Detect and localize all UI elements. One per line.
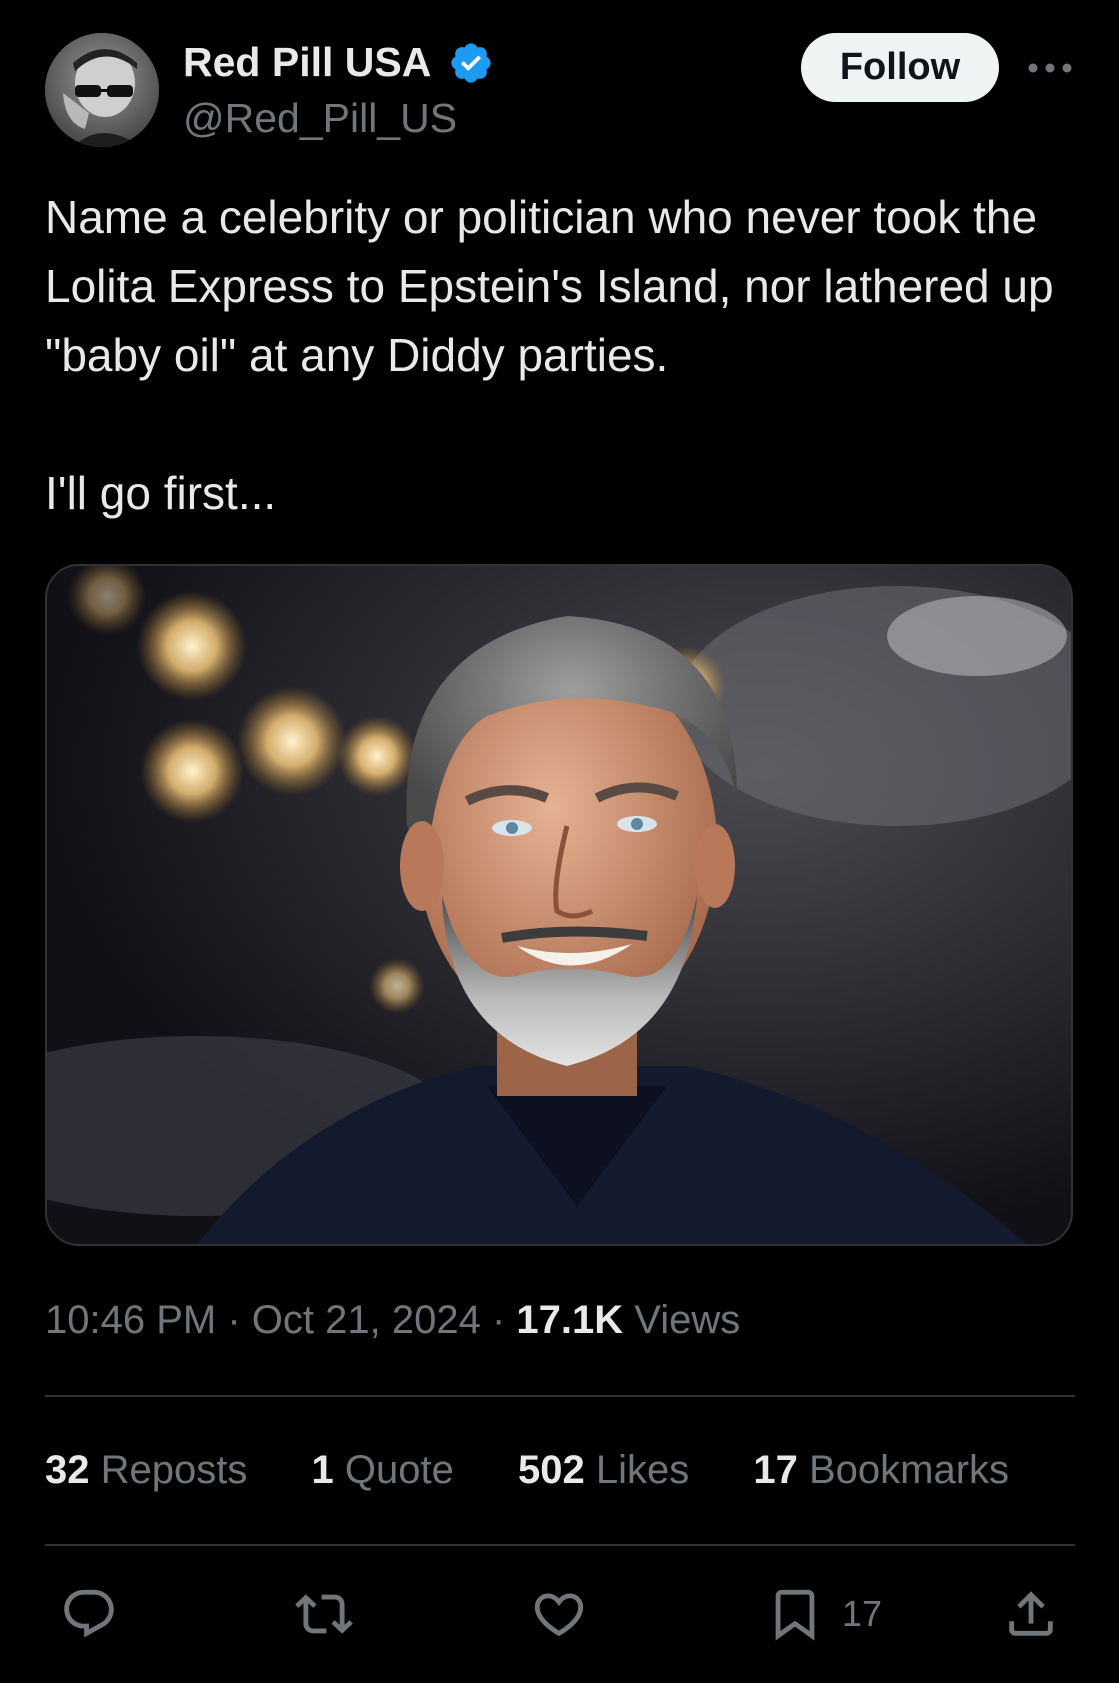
reply-icon bbox=[64, 1589, 114, 1638]
meta-separator: · bbox=[491, 1298, 506, 1342]
display-name[interactable]: Red Pill USA bbox=[183, 36, 431, 88]
follow-button[interactable]: Follow bbox=[801, 33, 999, 102]
tweet-paragraph: Name a celebrity or politician who never… bbox=[45, 191, 1054, 381]
tweet-time[interactable]: 10:46 PM bbox=[45, 1298, 216, 1342]
quotes-stat[interactable]: 1 Quote bbox=[312, 1444, 454, 1496]
divider bbox=[45, 1544, 1075, 1546]
bookmark-count: 17 bbox=[842, 1593, 883, 1634]
meta-separator: · bbox=[227, 1298, 241, 1342]
reply-button[interactable] bbox=[60, 1585, 118, 1643]
avatar[interactable] bbox=[45, 33, 159, 147]
quotes-label: Quote bbox=[344, 1448, 454, 1492]
likes-stat[interactable]: 502 Likes bbox=[518, 1444, 689, 1496]
likes-count: 502 bbox=[517, 1448, 585, 1492]
reposts-stat[interactable]: 32 Reposts bbox=[45, 1444, 247, 1496]
bookmarks-label: Bookmarks bbox=[808, 1448, 1010, 1492]
quotes-count: 1 bbox=[311, 1448, 334, 1492]
tweet-photo[interactable] bbox=[45, 564, 1073, 1246]
tweet-date[interactable]: Oct 21, 2024 bbox=[252, 1298, 481, 1342]
bookmarks-count: 17 bbox=[753, 1448, 798, 1492]
like-button[interactable] bbox=[530, 1585, 588, 1643]
tweet-meta: 10:46 PM · Oct 21, 2024 · 17.1K Views bbox=[45, 1294, 740, 1346]
handle[interactable]: @Red_Pill_US bbox=[183, 92, 457, 144]
share-icon bbox=[1009, 1591, 1053, 1636]
views-label: Views bbox=[634, 1298, 741, 1342]
divider bbox=[45, 1395, 1075, 1397]
more-options-icon[interactable] bbox=[1024, 48, 1076, 88]
tweet-text: Name a celebrity or politician who never… bbox=[45, 183, 1075, 528]
verified-badge-icon bbox=[448, 40, 494, 86]
reposts-count: 32 bbox=[45, 1448, 90, 1492]
photo-of-smiling-bearded-man bbox=[47, 566, 1071, 1244]
heart-icon bbox=[534, 1593, 584, 1637]
repost-button[interactable] bbox=[295, 1585, 353, 1643]
tweet-paragraph: I'll go first... bbox=[45, 467, 277, 519]
likes-label: Likes bbox=[595, 1448, 690, 1492]
repost-icon bbox=[295, 1594, 353, 1634]
engagement-stats: 32 Reposts 1 Quote 502 Likes 17 Bookmark… bbox=[45, 1444, 1062, 1496]
share-button[interactable] bbox=[1002, 1585, 1060, 1643]
bookmark-button[interactable]: 17 bbox=[766, 1585, 882, 1643]
bookmark-icon bbox=[775, 1589, 815, 1641]
views-count: 17.1K bbox=[516, 1298, 624, 1342]
bookmarks-stat[interactable]: 17 Bookmarks bbox=[753, 1444, 1009, 1496]
reposts-label: Reposts bbox=[100, 1448, 248, 1492]
avatar-image bbox=[45, 33, 159, 147]
